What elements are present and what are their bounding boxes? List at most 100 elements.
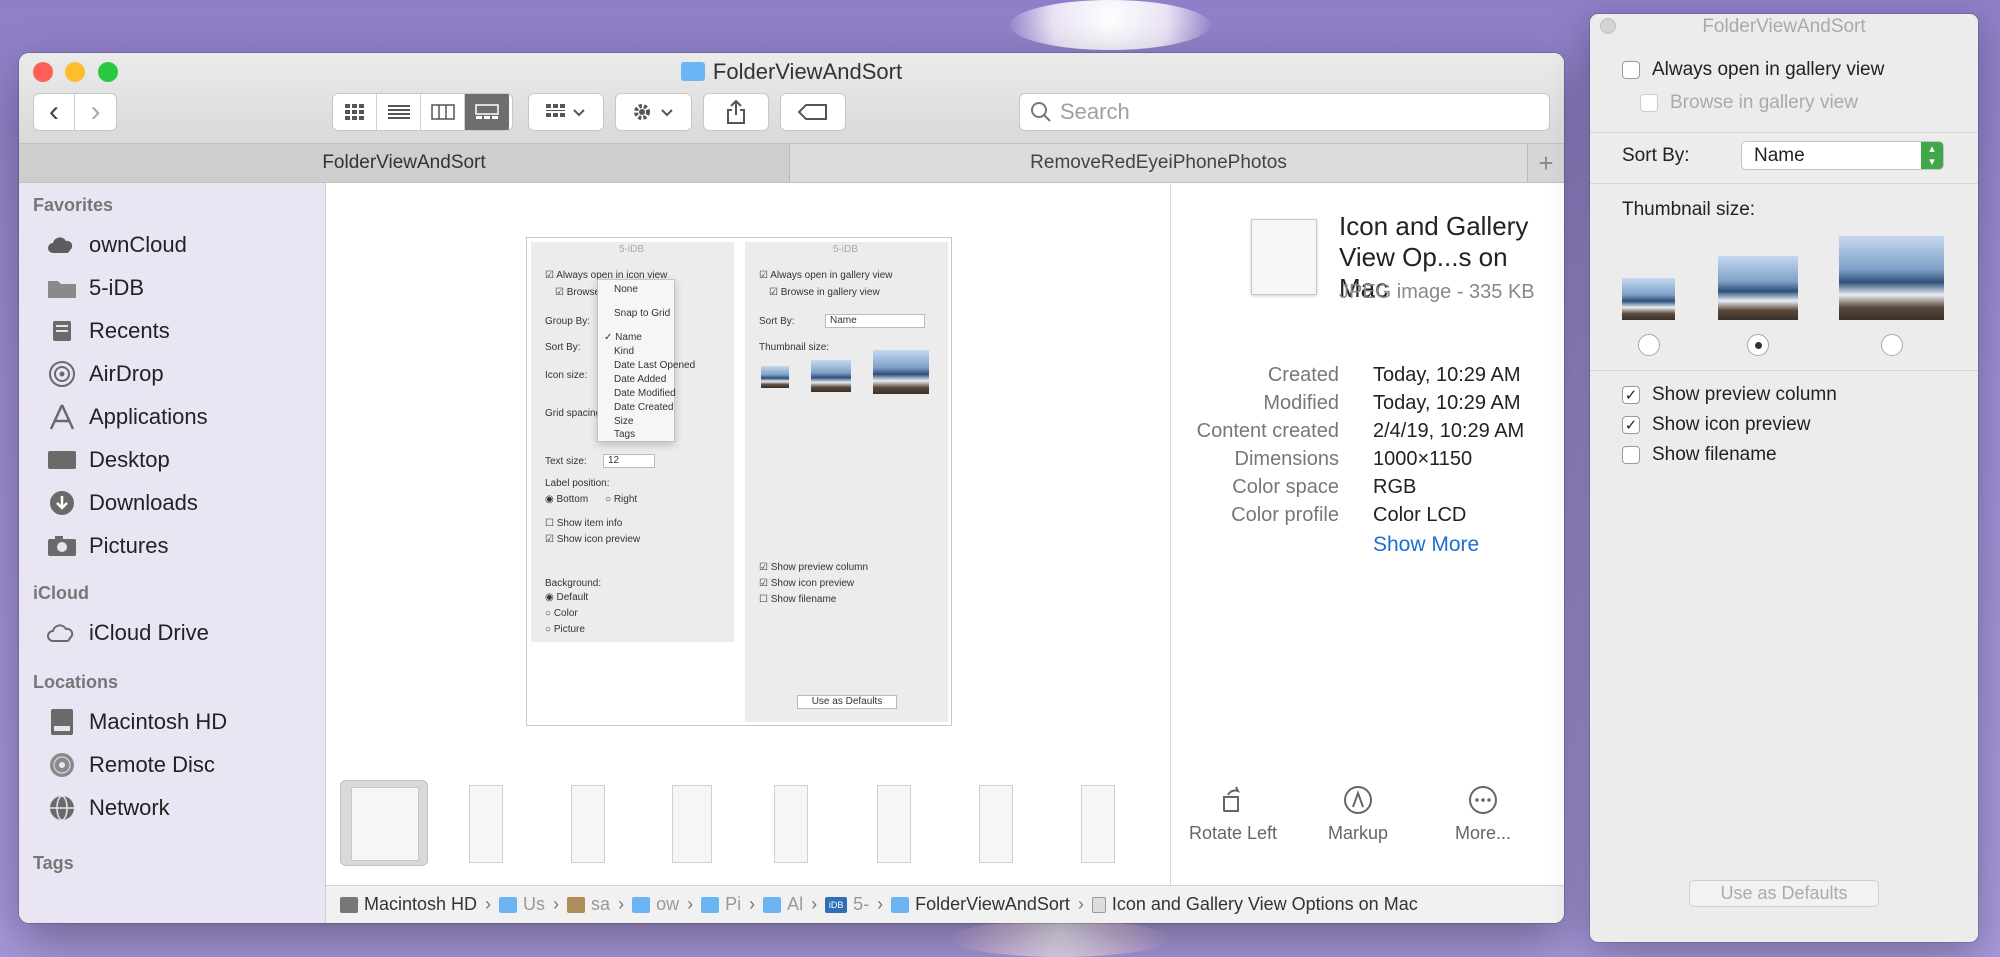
sidebar-item-applications[interactable]: Applications: [47, 400, 208, 434]
markup-button[interactable]: Markup: [1308, 785, 1408, 844]
thumbnail[interactable]: [672, 785, 712, 863]
sidebar-item-owncloud[interactable]: ownCloud: [47, 228, 187, 262]
sidebar-item-remote-disc[interactable]: Remote Disc: [47, 748, 215, 782]
preview-sort-menu: None Snap to Grid ✓ Name Kind Date Last …: [597, 279, 695, 442]
airdrop-icon: [49, 361, 75, 387]
preview-right-thumb-large: [873, 350, 929, 394]
gallery-view-button[interactable]: [465, 94, 509, 130]
preview-left-label-position: Label position:: [545, 478, 610, 489]
icloud-icon: [47, 624, 74, 642]
background-flower-bottom: [950, 920, 1170, 957]
sidebar-item-desktop[interactable]: Desktop: [47, 443, 170, 477]
path-item-5-idb[interactable]: iDB 5- ›: [825, 894, 891, 915]
share-button[interactable]: [703, 93, 769, 131]
preview-right-thumbnail-size: Thumbnail size:: [759, 342, 830, 353]
sidebar-item-5-idb[interactable]: 5-iDB: [47, 271, 144, 305]
preview-menu-none: None: [614, 284, 638, 295]
tab-removeredeyeiphonephotos[interactable]: RemoveRedEyeiPhonePhotos: [790, 144, 1528, 182]
show-preview-column-checkbox[interactable]: ✓ Show preview column: [1622, 384, 1837, 406]
sort-by-value: Name: [1754, 145, 1805, 166]
browse-gallery-checkbox[interactable]: Browse in gallery view: [1640, 92, 1858, 114]
thumbnail-large-radio[interactable]: [1881, 334, 1903, 356]
sidebar-item-downloads[interactable]: Downloads: [47, 486, 198, 520]
use-as-defaults-button[interactable]: Use as Defaults: [1689, 880, 1879, 907]
path-item-file[interactable]: Icon and Gallery View Options on Mac: [1091, 894, 1418, 915]
sidebar-item-pictures[interactable]: Pictures: [47, 529, 168, 563]
thumbnail[interactable]: [469, 785, 503, 863]
path-separator: ›: [485, 894, 492, 914]
thumbnail[interactable]: [774, 785, 808, 863]
preview-right-show-icon-preview-label: Show icon preview: [770, 578, 855, 589]
preview-file-icon: [1251, 219, 1317, 295]
path-label: Us: [523, 894, 546, 914]
info-key: Created: [1267, 364, 1339, 386]
rotate-left-button[interactable]: Rotate Left: [1183, 785, 1283, 844]
preview-right-show-filename: ☐ Show filename: [759, 594, 837, 605]
group-by-button[interactable]: [528, 93, 604, 131]
thumbnail-selected[interactable]: [340, 780, 428, 866]
gallery-icon: [475, 104, 499, 119]
search-field[interactable]: Search: [1019, 93, 1550, 131]
thumbnail[interactable]: [1081, 785, 1115, 863]
preview-left-bg-default-label: Default: [556, 592, 589, 603]
path-item-pictures[interactable]: Pi ›: [701, 894, 763, 915]
folder-icon: [680, 62, 705, 81]
path-item-album[interactable]: Al ›: [763, 894, 825, 915]
sidebar-item-recents[interactable]: Recents: [47, 314, 170, 348]
more-label: More...: [1454, 823, 1511, 843]
show-filename-label: Show filename: [1652, 444, 1777, 465]
sidebar-item-icloud-drive[interactable]: iCloud Drive: [47, 616, 209, 650]
show-filename-checkbox[interactable]: Show filename: [1622, 444, 1777, 466]
column-view-button[interactable]: [421, 94, 465, 130]
sidebar-item-network[interactable]: Network: [47, 791, 170, 825]
preview-file-kind: JPEG image - 335 KB: [1339, 281, 1535, 303]
tab-folderviewandsort[interactable]: FolderViewAndSort: [19, 144, 790, 182]
preview-menu-kind: Kind: [614, 346, 635, 357]
sort-by-select[interactable]: Name ▴ ▾: [1741, 141, 1944, 170]
thumbnail-large-preview: [1839, 236, 1944, 320]
thumbnail[interactable]: [877, 785, 911, 863]
list-view-button[interactable]: [377, 94, 421, 130]
back-button[interactable]: ‹: [34, 94, 76, 130]
forward-button[interactable]: ›: [75, 94, 116, 130]
checkbox-box: ✓: [1622, 416, 1640, 434]
markup-icon: [1344, 786, 1372, 814]
preview-menu-name-label: Name: [615, 332, 642, 343]
preview-left-bg-picture: ○ Picture: [545, 624, 585, 635]
main-preview-image[interactable]: 5-iDB ☑ Always open in icon view ☑ Brows…: [526, 237, 952, 726]
preview-left-bottom: ◉ Bottom: [545, 494, 589, 505]
thumbnail[interactable]: [571, 785, 605, 863]
sidebar-item-airdrop[interactable]: AirDrop: [47, 357, 164, 391]
path-item-users[interactable]: Us ›: [499, 894, 567, 915]
thumbnail-small-radio[interactable]: [1638, 334, 1660, 356]
show-more-link[interactable]: Show More: [1373, 533, 1479, 557]
path-item-macintosh-hd[interactable]: Macintosh HD ›: [340, 894, 499, 915]
always-open-gallery-checkbox[interactable]: Always open in gallery view: [1622, 59, 1884, 81]
folder-icon: [763, 896, 782, 913]
disc-icon: [50, 753, 74, 777]
rotate-left-icon: [1223, 786, 1241, 812]
path-item-home[interactable]: sa ›: [567, 894, 632, 915]
preview-left-title: 5-iDB: [619, 244, 645, 255]
recents-icon: [53, 321, 71, 341]
network-icon: [50, 795, 74, 821]
add-tab-button[interactable]: +: [1528, 144, 1564, 182]
preview-left-show-icon-preview-label: Show icon preview: [556, 534, 641, 545]
tag-button[interactable]: [780, 93, 846, 131]
action-button[interactable]: [615, 93, 692, 131]
path-item-owncloud[interactable]: ow ›: [632, 894, 701, 915]
icon-view-button[interactable]: [333, 94, 377, 130]
sidebar-item-macintosh-hd[interactable]: Macintosh HD: [47, 705, 227, 739]
info-key: Modified: [1263, 392, 1339, 414]
more-button[interactable]: More...: [1433, 785, 1533, 844]
thumbnail[interactable]: [979, 785, 1013, 863]
always-open-gallery-label: Always open in gallery view: [1652, 59, 1885, 80]
show-icon-preview-checkbox[interactable]: ✓ Show icon preview: [1622, 414, 1810, 436]
thumbnail-size-label: Thumbnail size:: [1622, 199, 1756, 220]
browse-gallery-label: Browse in gallery view: [1670, 92, 1858, 113]
path-item-folderviewandsort[interactable]: FolderViewAndSort ›: [891, 894, 1092, 915]
divider: [1590, 132, 1978, 133]
thumbnail-medium-radio[interactable]: [1747, 334, 1769, 356]
ellipsis-icon: [1469, 786, 1497, 814]
preview-menu-date-created: Date Created: [614, 402, 674, 413]
